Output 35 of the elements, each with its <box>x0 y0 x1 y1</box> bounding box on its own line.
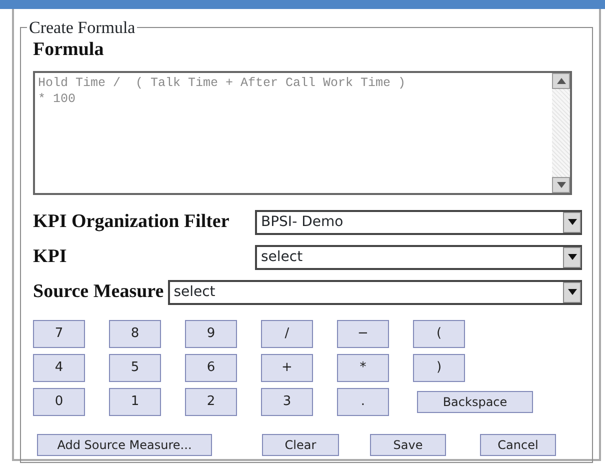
save-button[interactable]: Save <box>370 434 446 456</box>
key-button[interactable]: 5 <box>109 354 161 382</box>
dropdown[interactable]: select <box>255 244 582 270</box>
field-label: Source Measure <box>33 280 164 304</box>
scroll-up-icon[interactable] <box>552 72 570 88</box>
scrollbar[interactable] <box>552 72 570 192</box>
key-button[interactable]: 1 <box>109 388 161 416</box>
key-button[interactable]: 2 <box>185 388 237 416</box>
field-label: KPI Organization Filter <box>33 210 230 234</box>
field-label: KPI <box>33 244 68 269</box>
formula-textarea[interactable]: Hold Time / ( Talk Time + After Call Work Time ) * 100 <box>33 70 572 194</box>
clear-button[interactable]: Clear <box>262 434 339 456</box>
key-button[interactable]: 4 <box>33 354 85 382</box>
key-button[interactable]: * <box>337 354 389 382</box>
key-button[interactable]: ( <box>413 320 465 348</box>
add-measure-button[interactable]: Add Source Measure... <box>37 434 212 456</box>
key-button[interactable]: 6 <box>185 354 237 382</box>
cancel-button[interactable]: Cancel <box>480 434 556 456</box>
key-button[interactable]: 7 <box>33 320 85 348</box>
key-button[interactable]: ) <box>413 354 465 382</box>
key-button[interactable]: − <box>337 320 389 348</box>
key-button[interactable]: / <box>261 320 313 348</box>
key-button[interactable]: 9 <box>185 320 237 348</box>
key-button[interactable]: . <box>337 388 389 416</box>
key-button[interactable]: + <box>261 354 313 382</box>
backspace-button[interactable]: Backspace <box>417 390 533 412</box>
dropdown[interactable]: BPSI- Demo <box>255 210 582 234</box>
dropdown[interactable]: select <box>168 280 582 304</box>
scroll-down-icon[interactable] <box>552 176 570 192</box>
key-button[interactable]: 3 <box>261 388 313 416</box>
formula-label: Formula <box>33 38 105 62</box>
formula-text: Hold Time / ( Talk Time + After Call Work Time ) * 100 <box>37 74 407 108</box>
panel-legend: Create Formula <box>27 19 138 36</box>
key-button[interactable]: 8 <box>109 320 161 348</box>
key-button[interactable]: 0 <box>33 388 85 416</box>
